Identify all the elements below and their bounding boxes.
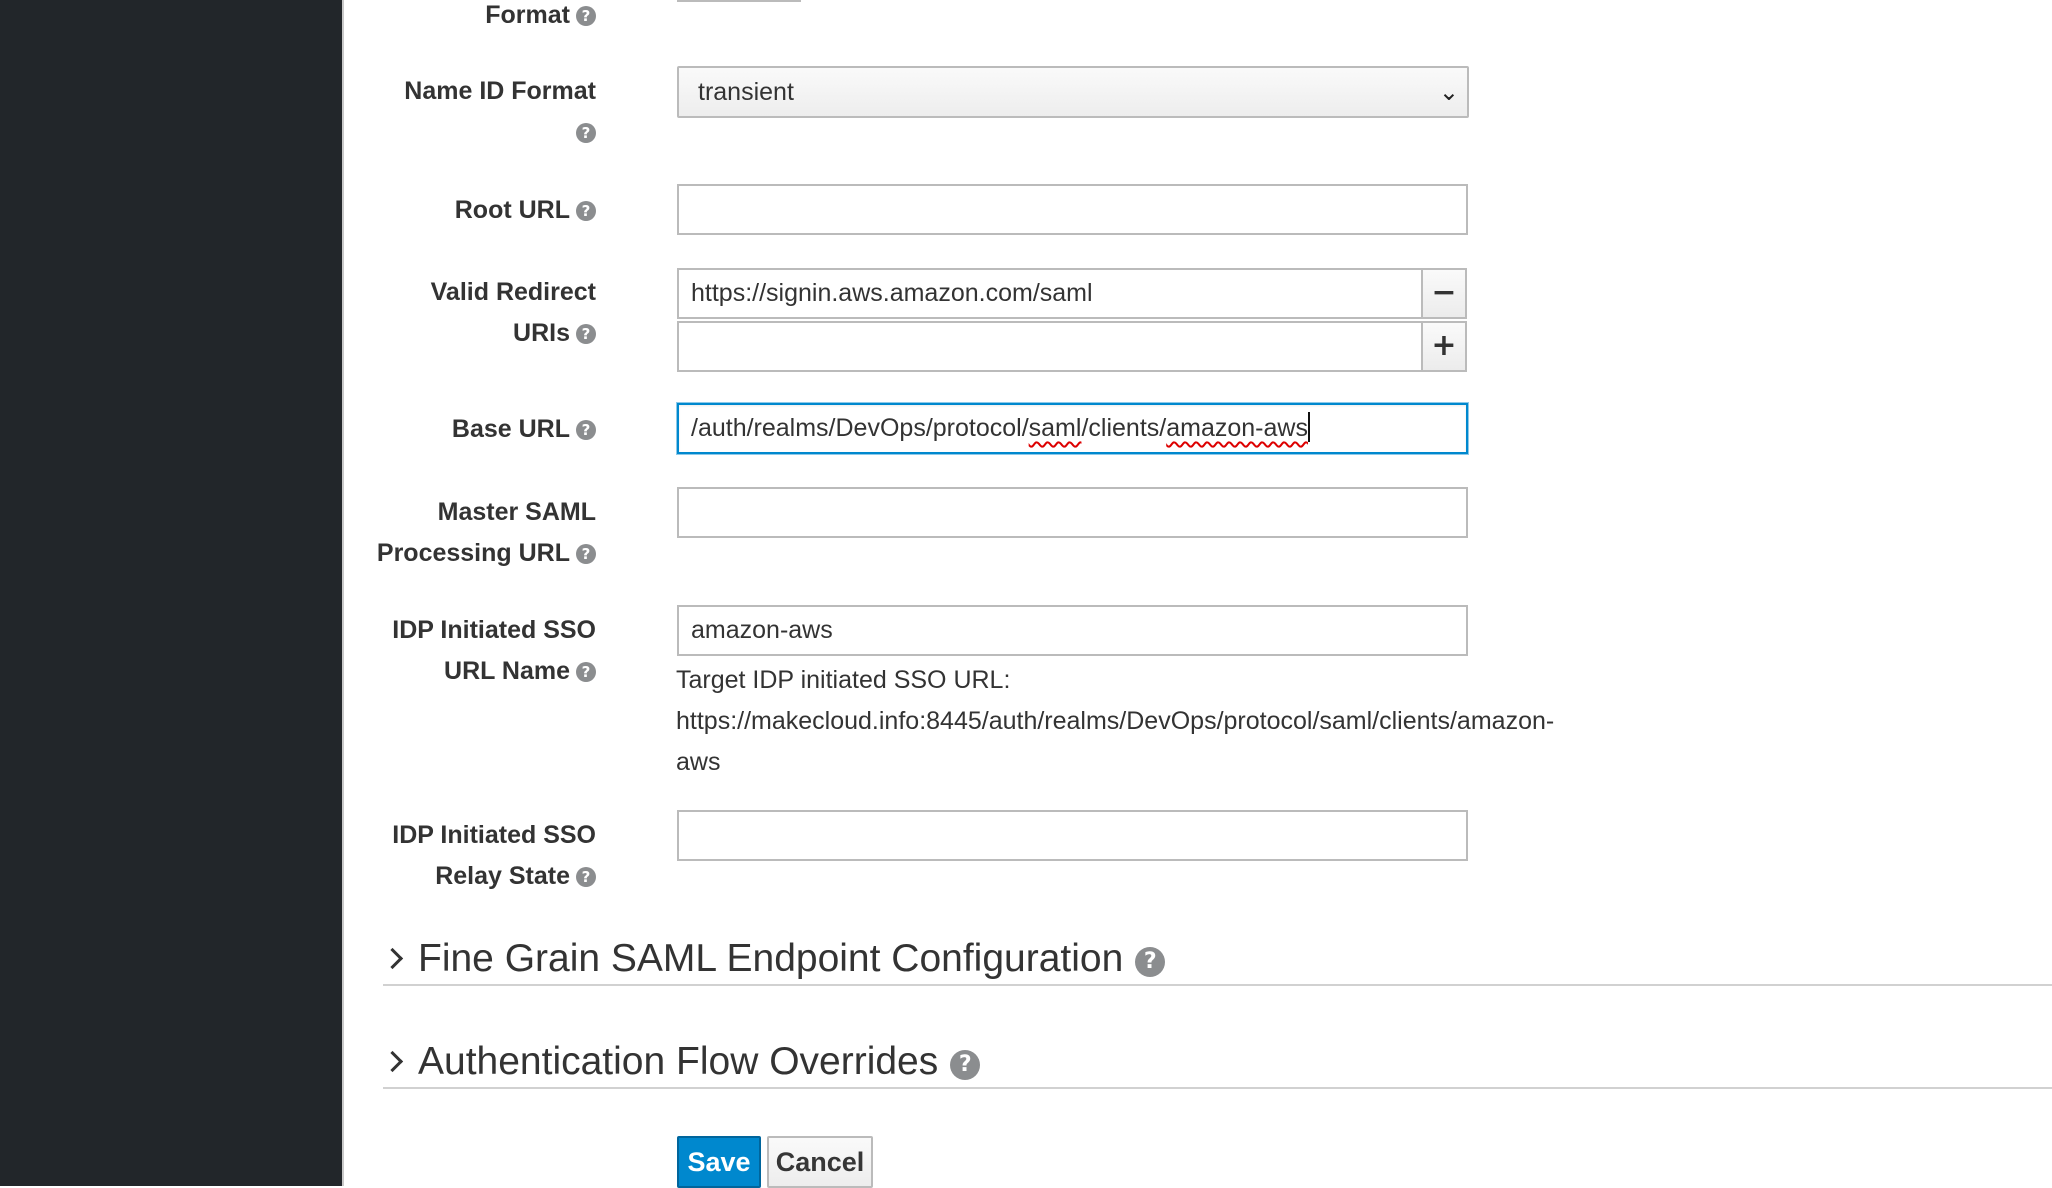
idp-sso-url-name-label-2: URL Name?	[444, 651, 596, 692]
help-icon[interactable]: ?	[950, 1050, 981, 1080]
help-icon[interactable]: ?	[576, 420, 596, 440]
target-sso-url-help: Target IDP initiated SSO URL: https://ma…	[676, 666, 1555, 776]
help-icon[interactable]: ?	[1135, 947, 1166, 977]
idp-sso-url-name-input[interactable]: amazon-aws	[677, 605, 1468, 656]
help-icon[interactable]: ?	[576, 544, 596, 564]
chevron-right-icon	[381, 1050, 404, 1073]
root-url-input[interactable]	[677, 184, 1468, 235]
base-url-input[interactable]: /auth/realms/DevOps/protocol/saml/client…	[677, 403, 1468, 454]
idp-sso-relay-state-label: IDP Initiated SSO	[392, 821, 596, 849]
redirect-uri-input-new[interactable]	[677, 321, 1423, 372]
help-icon[interactable]: ?	[576, 6, 596, 26]
fine-grain-saml-section[interactable]: Fine Grain SAML Endpoint Configuration?	[381, 934, 2052, 986]
add-uri-button[interactable]: +	[1421, 321, 1467, 372]
valid-redirect-uris-label-2: URIs?	[513, 313, 596, 354]
master-saml-label-2: Processing URL?	[377, 533, 596, 574]
cancel-button[interactable]: Cancel	[767, 1136, 873, 1188]
master-saml-label: Master SAML	[437, 498, 596, 526]
idp-sso-url-name-label: IDP Initiated SSO	[392, 616, 596, 644]
format-label: Format?	[485, 0, 596, 36]
sidebar	[0, 0, 342, 1186]
root-url-label: Root URL?	[455, 190, 596, 231]
format-select[interactable]	[677, 0, 801, 2]
help-icon[interactable]: ?	[576, 201, 596, 221]
help-icon[interactable]: ?	[576, 662, 596, 682]
help-icon[interactable]: ?	[576, 867, 596, 887]
name-id-format-label: Name ID Format	[404, 77, 596, 105]
redirect-uri-input[interactable]: https://signin.aws.amazon.com/saml	[677, 268, 1423, 319]
idp-sso-relay-state-input[interactable]	[677, 810, 1468, 861]
chevron-right-icon	[381, 947, 404, 970]
name-id-format-help: ?	[570, 112, 596, 153]
valid-redirect-uris-label: Valid Redirect	[430, 278, 596, 306]
name-id-format-value: transient	[698, 78, 794, 106]
text-caret	[1307, 412, 1310, 442]
name-id-format-select[interactable]: transient ⌄	[677, 66, 1469, 118]
remove-uri-button[interactable]: −	[1421, 268, 1467, 319]
sidebar-divider	[342, 0, 344, 1186]
chevron-down-icon: ⌄	[1438, 78, 1459, 106]
save-button[interactable]: Save	[677, 1136, 761, 1188]
idp-sso-relay-state-label-2: Relay State?	[435, 856, 596, 897]
help-icon[interactable]: ?	[576, 324, 596, 344]
master-saml-processing-url-input[interactable]	[677, 487, 1468, 538]
auth-flow-overrides-section[interactable]: Authentication Flow Overrides?	[381, 1037, 2052, 1089]
spellcheck-mark: saml	[1028, 414, 1082, 442]
help-icon[interactable]: ?	[576, 123, 596, 143]
base-url-label: Base URL?	[452, 409, 596, 450]
spellcheck-mark: amazon-aws	[1166, 414, 1308, 442]
